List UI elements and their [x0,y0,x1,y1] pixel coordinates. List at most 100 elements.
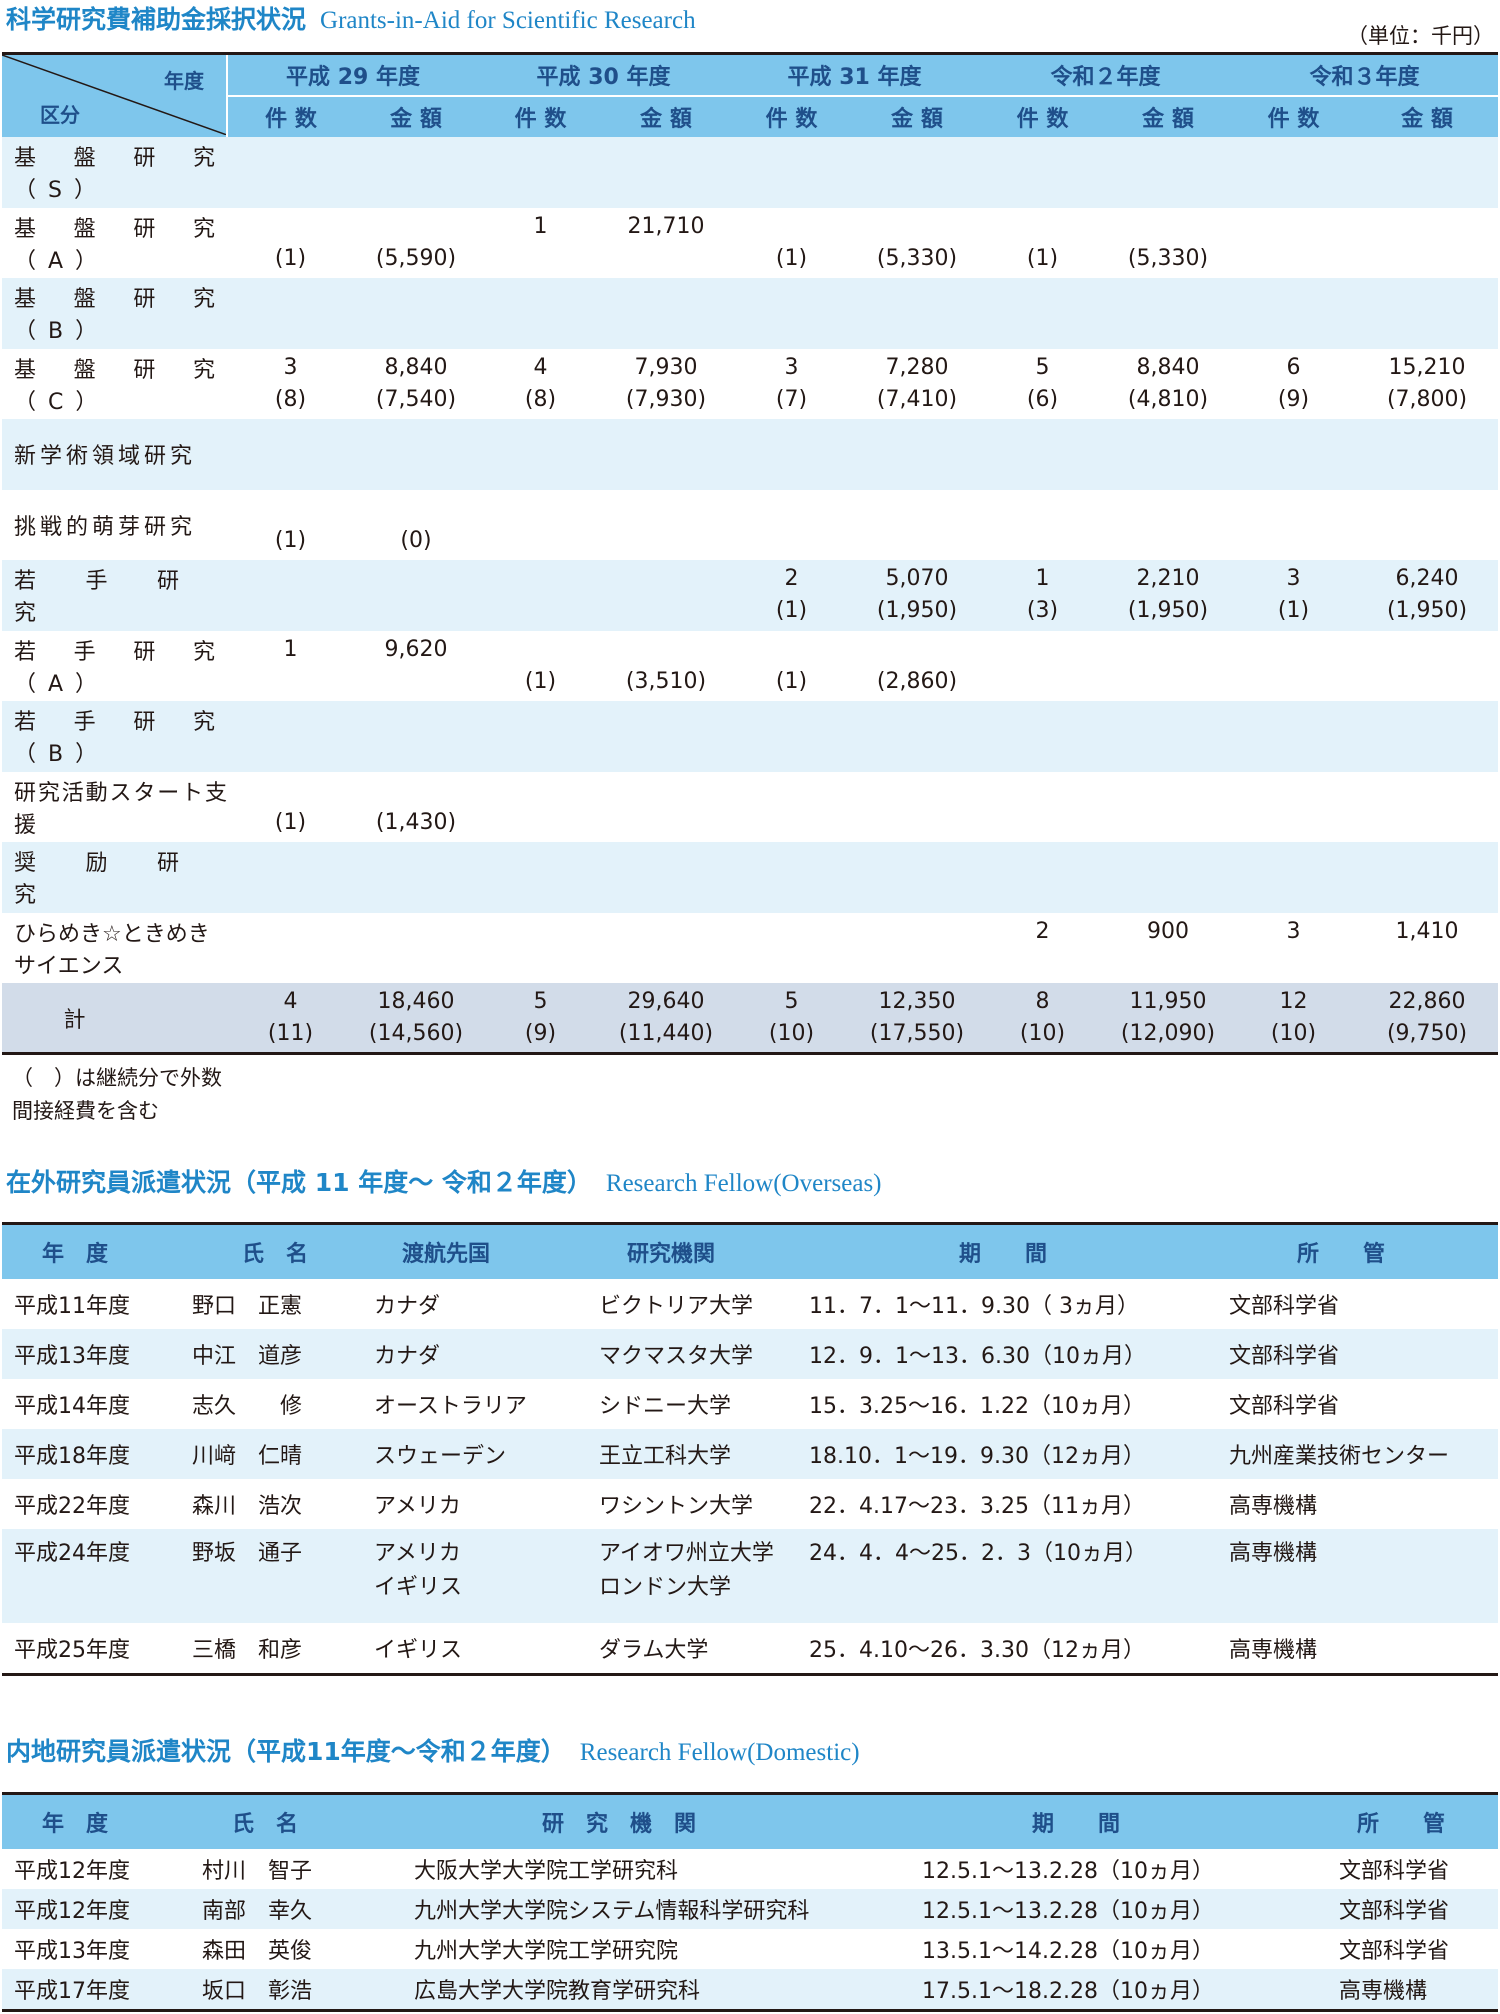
new-value [478,916,603,948]
overseas-cell: 高専機構 [1229,1638,1318,1663]
new-value [854,493,980,525]
table-row: 平成12年度 南部 幸久 九州大学大学院システム情報科学研究科 12.5.1～13.2… [2,1889,1498,1929]
new-value [729,211,854,243]
overseas-cell: ビクトリア大学 [599,1294,754,1319]
new-value [478,775,603,807]
domestic-cell: 12.5.1～13.2.28（10ヵ月） [922,1889,1327,1929]
overseas-cell: 平成18年度 [2,1429,192,1479]
category-cell: ひらめき☆ときめき サイエンス [2,912,227,983]
continued-value [354,595,478,627]
overseas-cell: アメリカ [374,1494,461,1519]
new-value: 1 [533,213,548,239]
domestic-cell: 文部科学省 [1339,1939,1450,1964]
overseas-cell: 22．4.17～23．3.25（11ヵ月） [809,1494,1145,1519]
category-label-line2: サイエンス [14,953,124,979]
continued-value: (1) [1277,598,1310,624]
category-cell: 挑戦的萌芽研究 [2,489,227,560]
new-value: 3 [1286,918,1301,944]
continued-value [854,172,980,204]
new-value [980,281,1105,313]
amount-cell [854,771,980,842]
count-cell [478,489,603,560]
amount-header: 金 額 [354,96,478,137]
count-cell: 4 (8) [478,348,603,419]
amount-cell: 8,840 (7,540) [354,348,478,419]
count-cell [227,912,354,983]
amount-header: 金 額 [1105,96,1232,137]
count-cell [980,630,1105,701]
count-cell: 5 (10) [729,983,854,1054]
overseas-cell: 王立工科大学 [587,1429,809,1479]
count-cell: 5 (9) [478,983,603,1054]
amount-cell [354,278,478,349]
table-row: 奨励研究 [2,842,1499,913]
new-value: 2 [784,566,799,592]
overseas-cell: 25．4.10～26．3.30（12ヵ月） [809,1638,1145,1663]
domestic-cell: 九州大学大学院工学研究院 [414,1939,679,1964]
continued-value [729,736,854,768]
count-cell: (1) [729,207,854,278]
amount-cell: 8,840 (4,810) [1105,348,1232,419]
new-value: 3 [1286,566,1301,592]
new-value [603,704,729,736]
count-header: 件 数 [478,96,603,137]
amount-cell [854,278,980,349]
amount-cell [354,419,478,490]
continued-value [478,877,603,909]
new-value [729,916,854,948]
new-value [1105,211,1231,243]
continued-value: (1) [274,245,307,271]
new-value [227,422,354,454]
overseas-cell: 九州産業技術センター [1217,1429,1498,1479]
continued-value: (11,440) [618,1020,714,1046]
amount-header: 金 額 [854,96,980,137]
new-value: 4 [533,354,548,380]
domestic-col-header: 氏 名 [192,1793,402,1849]
amount-cell: 7,280 (7,410) [854,348,980,419]
continued-value [854,313,980,345]
amount-cell [1356,489,1499,560]
domestic-section-title: 内地研究員派遣状況（平成11年度～令和２年度） Research Fellow(D… [6,1732,860,1768]
year-header: 平成 31 年度 [729,53,980,97]
overseas-cell: ワシントン大学 [599,1494,754,1519]
new-value: 7,930 [634,354,698,380]
continued-value [603,313,729,345]
amount-cell: (1,430) [354,771,478,842]
overseas-cell: 森川 浩次 [192,1494,303,1519]
corner-header: 年度 区分 [2,53,228,137]
continued-value: (7) [775,386,808,412]
new-value: 4 [283,988,298,1014]
count-cell [1231,771,1357,842]
continued-value [1356,877,1498,909]
grants-title: 科学研究費補助金採択状況 [6,5,307,34]
count-cell: (1) [227,207,354,278]
amount-cell [854,137,980,208]
table-row: 平成18年度 川﨑 仁晴 スウェーデン 王立工科大学 18.10．1～19．9.30（1… [2,1429,1498,1479]
new-value [980,140,1105,172]
grants-section-title: 科学研究費補助金採択状況 Grants-in-Aid for Scientific… [6,0,696,36]
new-value [603,493,729,525]
category-cell: 基盤研究（C） [2,348,227,419]
category-label: 計 [63,1007,86,1033]
continued-value [1356,807,1498,839]
overseas-cell: 12．9．1～13．6.30（10ヵ月） [809,1329,1217,1379]
continued-value [227,948,354,980]
count-cell: 1 [478,207,603,278]
overseas-cell: アメリカ イギリス [362,1529,587,1623]
overseas-cell-line: ロンドン大学 [599,1575,732,1600]
domestic-cell: 広島大学大学院教育学研究科 [402,1969,922,2011]
count-cell [1231,630,1357,701]
amount-cell: 900 [1105,912,1232,983]
count-cell: (1) [227,771,354,842]
domestic-cell: 17.5.1～18.2.28（10ヵ月） [922,1969,1327,2011]
count-cell [980,489,1105,560]
count-cell [1231,489,1357,560]
count-cell [478,842,603,913]
continued-value: (10) [768,1020,815,1046]
new-value [729,493,854,525]
new-value: 5 [784,988,799,1014]
count-cell [729,278,854,349]
amount-cell [1356,278,1499,349]
continued-value [1356,525,1498,557]
category-label: 若手研究（A） [14,639,227,697]
